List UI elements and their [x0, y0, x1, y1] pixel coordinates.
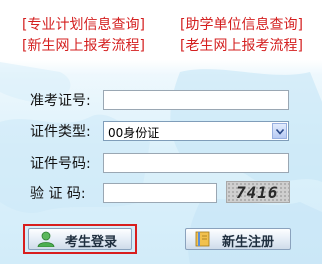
login-button[interactable]: 考生登录 [28, 228, 132, 250]
captcha-label: 验 证 码: [30, 186, 86, 202]
major-plan-query-link[interactable]: [专业计划信息查询] [22, 14, 145, 34]
assist-unit-query-link[interactable]: [助学单位信息查询] [180, 14, 303, 34]
select-dropdown-button[interactable] [272, 123, 287, 139]
captcha-code: 7416 [236, 183, 279, 202]
login-button-highlight: 考生登录 [23, 224, 137, 254]
register-button-label: 新生注册 [222, 235, 275, 250]
login-button-label: 考生登录 [65, 235, 118, 250]
id-type-select[interactable]: 00身份证 [103, 121, 289, 141]
exam-no-label: 准考证号: [30, 93, 91, 109]
chevron-down-icon [276, 129, 284, 135]
id-no-input[interactable] [103, 153, 289, 173]
top-links: [专业计划信息查询] [助学单位信息查询] [新生网上报考流程] [老生网上报考… [0, 0, 322, 60]
captcha-input[interactable] [103, 183, 217, 203]
id-type-label: 证件类型: [30, 124, 91, 140]
user-icon [37, 231, 55, 247]
captcha-image[interactable]: 7416 [226, 181, 290, 203]
register-button[interactable]: 新生注册 [185, 228, 291, 250]
exam-no-input[interactable] [103, 90, 289, 110]
id-type-selected-value: 00身份证 [108, 126, 160, 140]
id-no-label: 证件号码: [30, 156, 91, 172]
old-student-process-link[interactable]: [老生网上报考流程] [180, 35, 303, 55]
book-icon [195, 231, 210, 247]
new-student-process-link[interactable]: [新生网上报考流程] [22, 35, 145, 55]
